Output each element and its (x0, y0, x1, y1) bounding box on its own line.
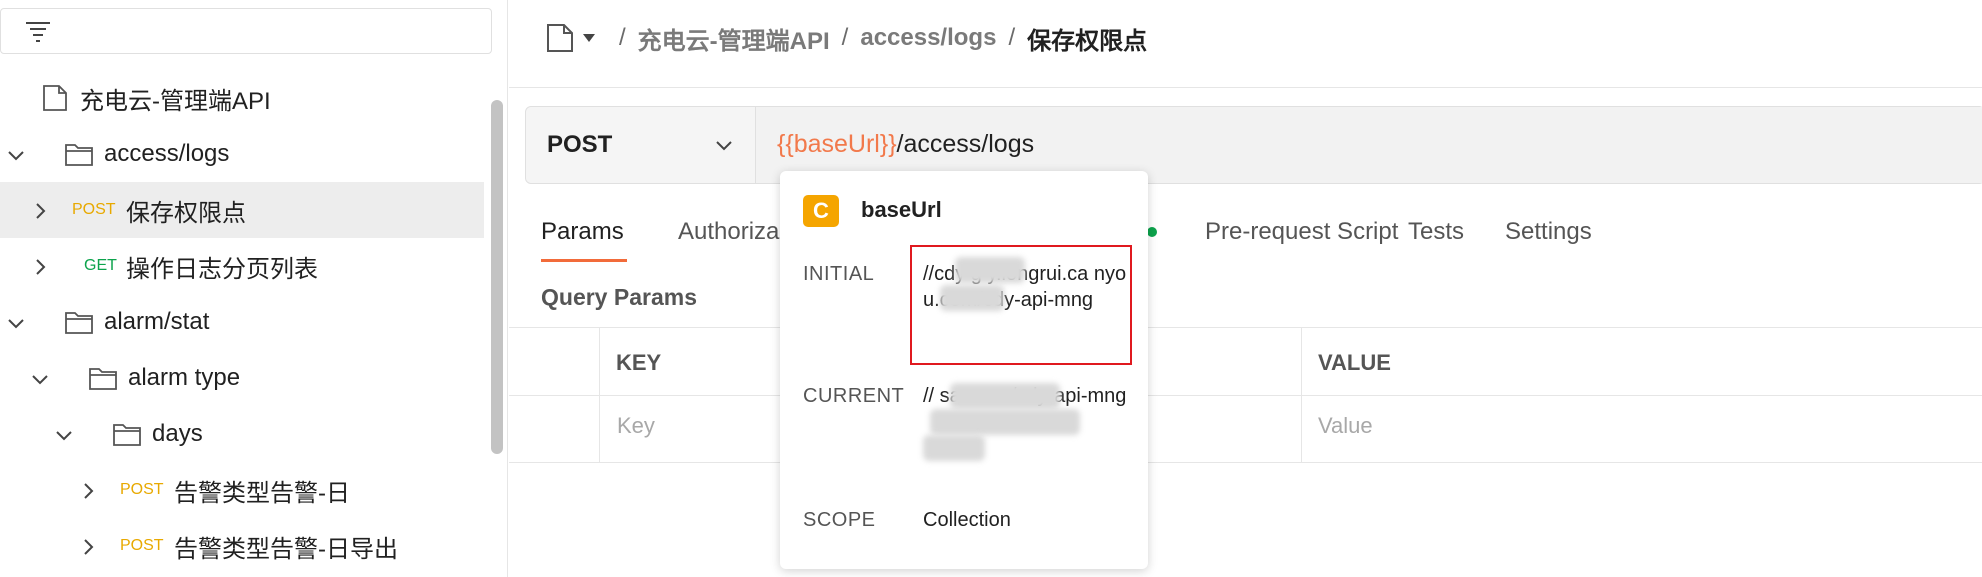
method-badge: GET (84, 257, 117, 274)
chevron-right-icon[interactable] (78, 480, 98, 500)
initial-label: INITIAL (803, 263, 875, 285)
method-select[interactable]: POST (526, 107, 756, 183)
tree-item-label: 告警类型告警-日 (174, 479, 350, 507)
tree-item-folder-days[interactable]: days (0, 406, 484, 462)
chevron-right-icon[interactable] (78, 536, 98, 556)
method-badge: POST (120, 537, 164, 554)
caret-down-icon[interactable] (581, 30, 597, 46)
key-input[interactable]: Key (617, 413, 655, 439)
folder-icon (88, 364, 118, 392)
breadcrumb-separator: / (619, 24, 626, 51)
tree-item-folder-access-logs[interactable]: access/logs (0, 126, 484, 182)
divider (509, 87, 1982, 88)
folder-icon (64, 140, 94, 168)
tree-item-folder-alarm-type[interactable]: alarm type (0, 350, 484, 406)
params-table: KEY VALUE Key Value (509, 327, 1982, 463)
scope-label: SCOPE (803, 509, 876, 531)
tree-item-folder-alarm-stat[interactable]: alarm/stat (0, 294, 484, 350)
url-bar: POST {{baseUrl}}/access/logs (525, 106, 1982, 184)
tree-item-request-selected[interactable]: POST 保存权限点 (0, 182, 484, 238)
tree-item-collection[interactable]: 充电云-管理端API (0, 70, 484, 126)
breadcrumb-separator: / (841, 24, 849, 51)
tree-item-label: alarm type (128, 364, 241, 391)
chevron-down-icon (716, 141, 732, 151)
highlight-box (910, 245, 1132, 365)
breadcrumb-separator: / (1008, 24, 1016, 51)
filter-icon[interactable] (23, 19, 53, 45)
url-path: /access/logs (896, 130, 1035, 158)
tree-item-label: 操作日志分页列表 (126, 255, 318, 283)
active-tab-indicator (541, 259, 627, 262)
column-header-value: VALUE (1318, 350, 1391, 375)
tree-item-label: 告警类型告警-日导出 (174, 535, 398, 563)
tree-item-request[interactable]: POST 告警类型告警-日 (0, 462, 484, 518)
tab-tests[interactable]: Tests (1408, 218, 1464, 246)
chevron-down-icon[interactable] (6, 312, 26, 332)
status-dot (1147, 227, 1157, 237)
redaction-blur (923, 435, 985, 461)
sidebar-scrollbar[interactable] (491, 100, 503, 454)
folder-icon (112, 420, 142, 448)
column-header-key: KEY (616, 350, 662, 375)
current-label: CURRENT (803, 385, 905, 407)
redaction-blur (950, 383, 1060, 409)
query-params-title: Query Params (541, 284, 697, 310)
collection-icon (40, 84, 70, 112)
collection-icon[interactable] (545, 22, 575, 54)
tree-item-label: access/logs (104, 140, 230, 167)
breadcrumb-item-collection[interactable]: 充电云-管理端API (638, 21, 830, 56)
breadcrumb-item-folder[interactable]: access/logs (860, 24, 996, 52)
chevron-right-icon[interactable] (30, 200, 50, 220)
request-panel: / 充电云-管理端API / access/logs / 保存权限点 POST … (509, 0, 1982, 577)
value-input[interactable]: Value (1318, 413, 1373, 439)
chevron-down-icon[interactable] (6, 144, 26, 164)
collection-variable-badge: C (803, 195, 839, 227)
tree-item-request[interactable]: POST 告警类型告警-日导出 (0, 518, 484, 574)
tree-item-label: 保存权限点 (126, 199, 246, 227)
variable-name: baseUrl (861, 197, 942, 222)
tab-params[interactable]: Params (541, 218, 624, 246)
filter-box[interactable] (0, 8, 492, 54)
variable-popover: C baseUrl INITIAL //cdy g y.longrui.ca n… (780, 171, 1148, 569)
breadcrumb-current[interactable]: 保存权限点 (1027, 21, 1147, 56)
tab-settings[interactable]: Settings (1505, 218, 1592, 246)
tab-authorization[interactable]: Authoriza (678, 218, 779, 246)
folder-icon (64, 308, 94, 336)
url-text: {{baseUrl}}/access/logs (777, 130, 1034, 159)
method-badge: POST (120, 481, 164, 498)
tab-pre-request-script[interactable]: Pre-request Script (1205, 218, 1398, 246)
tree-item-label: 充电云-管理端API (80, 87, 271, 115)
sidebar: 充电云-管理端API access/logs POST 保存权限点 GET 操作… (0, 0, 508, 577)
method-select-value: POST (547, 131, 613, 158)
method-badge: POST (72, 201, 116, 218)
collection-tree: 充电云-管理端API access/logs POST 保存权限点 GET 操作… (0, 70, 484, 574)
row-divider (509, 395, 1982, 396)
tree-item-label: alarm/stat (104, 308, 210, 335)
chevron-down-icon[interactable] (54, 424, 74, 444)
tree-item-request[interactable]: GET 操作日志分页列表 (0, 238, 484, 294)
scope-value: Collection (923, 509, 1011, 531)
chevron-down-icon[interactable] (30, 368, 50, 388)
chevron-right-icon[interactable] (30, 256, 50, 276)
tree-item-label: days (152, 420, 203, 447)
breadcrumb: / 充电云-管理端API / access/logs / 保存权限点 (545, 18, 1147, 58)
redaction-blur (930, 409, 1080, 435)
url-variable[interactable]: {{baseUrl}} (777, 130, 897, 158)
